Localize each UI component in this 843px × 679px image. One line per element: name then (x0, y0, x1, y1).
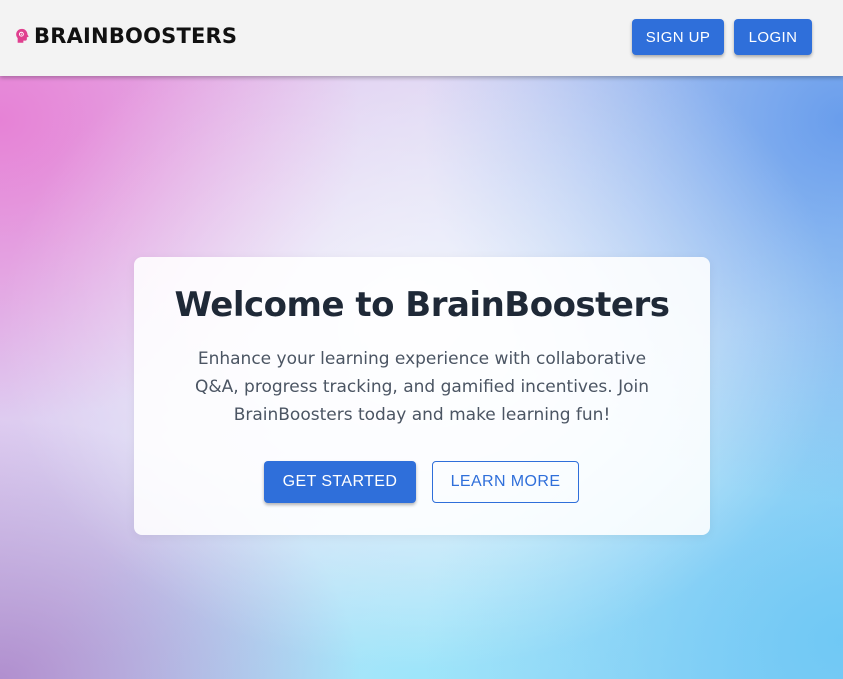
learn-more-button[interactable]: LEARN MORE (432, 461, 579, 503)
brain-head-icon (16, 28, 29, 43)
get-started-button[interactable]: GET STARTED (264, 461, 416, 503)
hero-description: Enhance your learning experience with co… (194, 349, 650, 425)
hero-title: Welcome to BrainBoosters (174, 285, 670, 325)
brand-name: BRAINBOOSTERS (34, 24, 238, 48)
header: BRAINBOOSTERS SIGN UP LOGIN (0, 0, 843, 76)
sign-up-button[interactable]: SIGN UP (632, 19, 724, 55)
page: BRAINBOOSTERS SIGN UP LOGIN Welcome to B… (0, 0, 843, 679)
hero-card: Welcome to BrainBoosters Enhance your le… (134, 257, 710, 535)
brand-logo[interactable]: BRAINBOOSTERS (13, 24, 237, 48)
login-button[interactable]: LOGIN (734, 19, 812, 55)
